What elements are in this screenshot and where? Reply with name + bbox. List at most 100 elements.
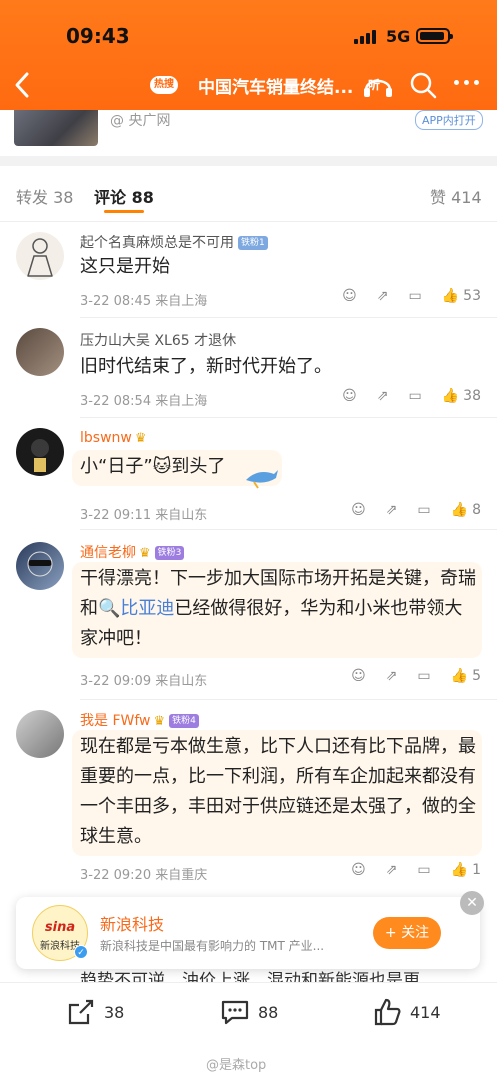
comment-meta: 3-22 08:54 来自上海: [80, 394, 208, 409]
open-in-app-button[interactable]: APP内打开: [415, 110, 483, 130]
emoji-react-icon[interactable]: ☺: [351, 502, 366, 518]
like-count: 38: [463, 388, 481, 404]
comment-author[interactable]: 通信老柳 ♛ 铁粉3: [80, 542, 185, 562]
avatar[interactable]: [16, 428, 64, 476]
close-icon[interactable]: ✕: [460, 891, 484, 915]
avatar[interactable]: [16, 232, 64, 280]
author-name: lbswnw: [80, 430, 132, 446]
repost-button[interactable]: 38: [66, 997, 124, 1027]
avatar[interactable]: [16, 328, 64, 376]
repost-icon[interactable]: ⇗: [386, 668, 398, 684]
comment-text: 这只是开始: [80, 256, 170, 277]
tab-comment-count: 88: [131, 188, 154, 207]
account-name[interactable]: 新浪科技: [100, 911, 164, 935]
like-count: 5: [472, 668, 481, 684]
comment-actions: ☺ ⇗ ▭ 👍 5: [351, 668, 481, 684]
repost-icon[interactable]: ⇗: [386, 502, 398, 518]
avatar[interactable]: [16, 542, 64, 590]
like-button[interactable]: 👍 38: [442, 388, 481, 404]
signal-icon: [354, 30, 376, 44]
avatar[interactable]: [16, 710, 64, 758]
thumbs-up-icon: [374, 998, 401, 1026]
network-type: 5G: [386, 27, 411, 46]
repost-count: 38: [104, 1002, 125, 1022]
comment-actions: ☺ ⇗ ▭ 👍 8: [351, 502, 481, 518]
tab-like[interactable]: 赞 414: [430, 184, 482, 208]
emoji-react-icon[interactable]: ☺: [342, 388, 357, 404]
reply-icon[interactable]: ▭: [417, 668, 430, 684]
tab-comment[interactable]: 评论 88: [94, 184, 154, 208]
comment-author[interactable]: 我是 FWfw ♛ 铁粉4: [80, 710, 199, 730]
like-button[interactable]: 414: [372, 997, 441, 1027]
comment-author[interactable]: lbswnw ♛: [80, 430, 147, 446]
author-name: 通信老柳: [80, 545, 136, 561]
tab-repost[interactable]: 转发 38: [16, 184, 73, 208]
section-gap: [0, 156, 497, 166]
comment-text: 干得漂亮！下一步加大国际市场开拓是关键，奇瑞和🔍比亚迪已经做得很好，华为和小米也…: [80, 564, 480, 654]
comment-actions: ☺ ⇗ ▭ 👍 53: [342, 288, 481, 304]
like-count: 414: [410, 1002, 441, 1022]
page-title[interactable]: 中国汽车销量终结...: [198, 73, 353, 98]
emoji-react-icon[interactable]: ☺: [342, 288, 357, 304]
vip-crown-icon: ♛: [153, 714, 166, 729]
tab-like-label: 赞: [430, 188, 447, 207]
bird-decoration-icon: [246, 470, 278, 489]
comment-button[interactable]: 88: [220, 997, 278, 1027]
author-name: 我是 FWfw: [80, 713, 151, 729]
comment-meta: 3-22 09:20 来自重庆: [80, 868, 208, 883]
search-icon[interactable]: [408, 70, 438, 100]
follow-button[interactable]: + 关注: [373, 917, 441, 949]
fan-badge: 铁粉4: [169, 714, 199, 728]
source-account: @ 央广网: [110, 113, 171, 129]
status-bar: 09:43 5G: [0, 22, 497, 52]
active-tab-indicator: [104, 210, 144, 213]
reply-icon[interactable]: ▭: [409, 288, 422, 304]
verified-icon: ✓: [74, 945, 88, 959]
like-button[interactable]: 👍 5: [451, 668, 481, 684]
comment-item: 压力山大吴 XL65 才退休 旧时代结束了，新时代开始了。 3-22 08:54…: [0, 318, 497, 418]
comment-text: 旧时代结束了，新时代开始了。: [80, 356, 332, 377]
like-count: 8: [472, 502, 481, 518]
source-card[interactable]: @ 央广网 APP内打开: [0, 110, 497, 156]
like-count: 53: [463, 288, 481, 304]
watermark: @是森top: [206, 1058, 267, 1073]
account-description: 新浪科技是中国最有影响力的 TMT 产业...: [100, 939, 325, 953]
repost-icon[interactable]: ⇗: [377, 388, 389, 404]
reply-icon[interactable]: ▭: [417, 502, 430, 518]
like-count: 1: [472, 862, 481, 878]
like-button[interactable]: 👍 8: [451, 502, 481, 518]
vip-crown-icon: ♛: [134, 431, 147, 446]
listen-button[interactable]: 听: [362, 70, 394, 100]
comment-item: 起个名真麻烦总是不可用 铁粉1 这只是开始 3-22 08:45 来自上海 ☺ ⇗…: [0, 222, 497, 318]
comment-author[interactable]: 压力山大吴 XL65 才退休: [80, 330, 236, 350]
emoji-react-icon[interactable]: ☺: [351, 668, 366, 684]
comment-author[interactable]: 起个名真麻烦总是不可用 铁粉1: [80, 232, 268, 252]
like-button[interactable]: 👍 1: [451, 862, 481, 878]
tab-repost-label: 转发: [16, 188, 49, 207]
reply-icon[interactable]: ▭: [409, 388, 422, 404]
search-link-icon: 🔍: [98, 598, 121, 619]
status-time: 09:43: [66, 24, 130, 48]
logo-text-top: sina: [44, 920, 76, 935]
fan-badge: 铁粉3: [154, 546, 185, 560]
repost-icon[interactable]: ⇗: [386, 862, 398, 878]
more-options-icon[interactable]: [454, 80, 479, 85]
comment-text: 小“日子”🐱到头了: [80, 456, 226, 477]
back-arrow-icon[interactable]: [10, 70, 36, 100]
comment-actions: ☺ ⇗ ▭ 👍 38: [342, 388, 481, 404]
tab-repost-count: 38: [53, 188, 74, 207]
comment-text: 现在都是亏本做生意，比下人口还有比下品牌，最重要的一点，比一下利润，所有车企加起…: [80, 736, 476, 847]
battery-icon: [416, 28, 453, 44]
topic-link[interactable]: 🔍比亚迪: [98, 598, 174, 619]
app-header: 09:43 5G 热搜 中国汽车销量终结... 听: [0, 0, 497, 110]
follow-suggestion-card[interactable]: sina 新浪科技 ✓ 新浪科技 新浪科技是中国最有影响力的 TMT 产业...…: [16, 891, 484, 969]
fan-badge: 铁粉1: [238, 236, 268, 250]
author-name: 起个名真麻烦总是不可用: [80, 235, 234, 251]
source-thumbnail: [14, 110, 98, 146]
repost-icon[interactable]: ⇗: [377, 288, 389, 304]
like-button[interactable]: 👍 53: [442, 288, 481, 304]
reply-icon[interactable]: ▭: [417, 862, 430, 878]
emoji-react-icon[interactable]: ☺: [351, 862, 366, 878]
comment-icon: [221, 1000, 249, 1025]
comment-meta: 3-22 08:45 来自上海: [80, 294, 208, 309]
